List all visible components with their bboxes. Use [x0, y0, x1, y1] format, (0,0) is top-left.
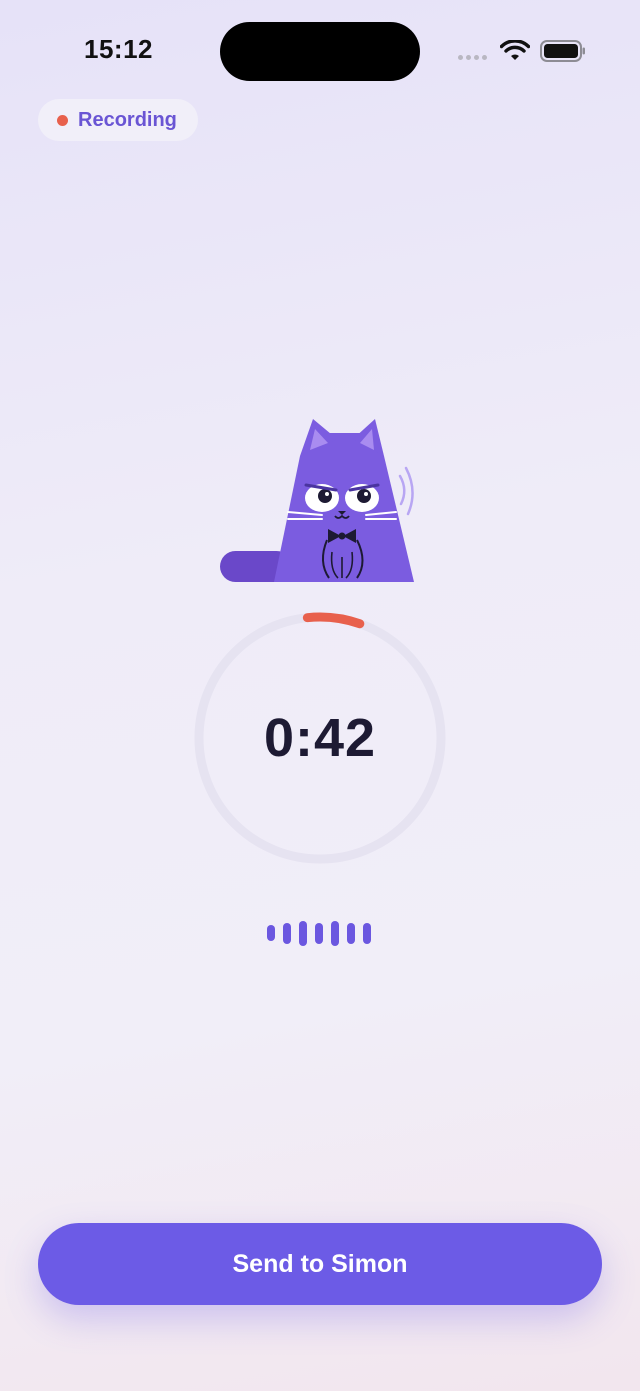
cellular-signal-icon: [458, 55, 487, 60]
dynamic-island: [220, 22, 420, 81]
cat-mascot-illustration: [220, 419, 414, 582]
waveform-bar: [299, 920, 307, 946]
recording-dot-icon: [57, 114, 68, 126]
send-to-contact-button[interactable]: Send to Simon: [38, 1223, 602, 1305]
status-time: 15:12: [84, 34, 153, 64]
elapsed-time: 0:42: [263, 708, 377, 768]
audio-waveform: [267, 918, 375, 948]
recording-status-badge: Recording: [38, 99, 198, 141]
recording-label: Recording: [78, 108, 177, 131]
waveform-bar: [331, 920, 339, 946]
battery-icon: [540, 40, 585, 62]
status-bar: 15:12: [0, 0, 640, 100]
wifi-icon: [500, 40, 530, 60]
cat-body: [274, 433, 414, 582]
waveform-bar: [315, 922, 323, 944]
waveform-bar: [283, 922, 291, 944]
waveform-bar: [363, 922, 371, 944]
waveform-bar: [347, 922, 355, 944]
sound-wave-icon: [398, 474, 406, 506]
waveform-bar: [267, 925, 275, 941]
